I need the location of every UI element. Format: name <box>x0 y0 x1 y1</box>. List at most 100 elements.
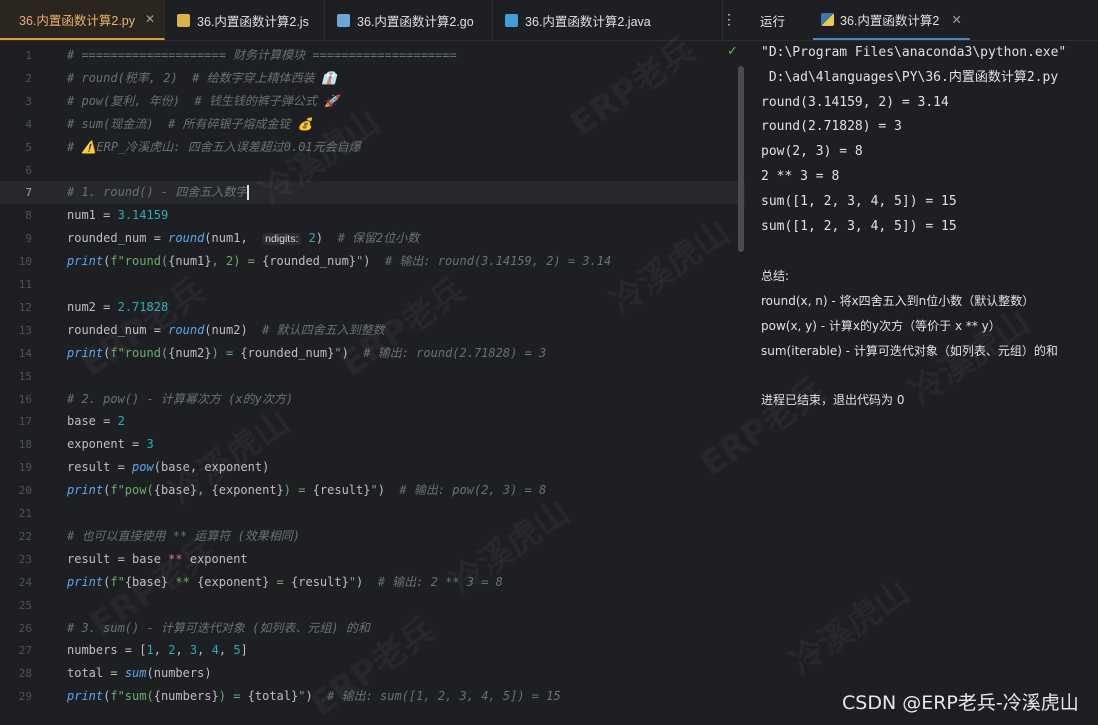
code-line[interactable]: 22 # 也可以直接使用 ** 运算符 (效果相同) <box>0 525 745 548</box>
code-text: print(f"round({num2}) = {rounded_num}") … <box>67 345 547 360</box>
console-line: round(2.71828) = 3 <box>761 119 902 135</box>
code-line[interactable]: 10 print(f"round({num1}, 2) = {rounded_nu… <box>0 250 745 273</box>
code-line[interactable]: 28 total = sum(numbers) <box>0 662 745 685</box>
code-text: # pow(复利, 年份) # 钱生钱的裤子弹公式 🚀 <box>67 93 340 108</box>
code-line[interactable]: 16 # 2. pow() - 计算幂次方 (x的y次方) <box>0 388 745 411</box>
line-number: 22 <box>18 529 32 543</box>
code-text: exponent = 3 <box>67 437 154 452</box>
run-panel-header: 运行 36.内置函数计算2 ✕ <box>745 0 1098 41</box>
code-line[interactable]: 12 num2 = 2.71828 <box>0 296 745 319</box>
editor-scrollbar[interactable] <box>738 66 744 252</box>
code-text: rounded_num = round(num1, ndigits: 2) # … <box>67 231 420 246</box>
code-text: total = sum(numbers) <box>67 666 212 681</box>
code-line[interactable]: 8 num1 = 3.14159 <box>0 204 745 227</box>
line-number: 27 <box>18 644 32 658</box>
tab-label: 36.内置函数计算2.go <box>357 14 474 29</box>
code-line[interactable]: 1 # ==================== 财务计算模块 =========… <box>0 44 745 67</box>
console-line: pow(x, y) - 计算x的y次方（等价于 x ** y） <box>761 318 1001 333</box>
run-config-label: 36.内置函数计算2 <box>840 13 940 28</box>
run-config-tab[interactable]: 36.内置函数计算2 ✕ <box>813 0 970 40</box>
code-line[interactable]: 3 # pow(复利, 年份) # 钱生钱的裤子弹公式 🚀 <box>0 90 745 113</box>
code-text: # 也可以直接使用 ** 运算符 (效果相同) <box>67 528 301 543</box>
line-number: 14 <box>18 346 32 360</box>
line-number: 1 <box>25 49 32 62</box>
code-text: print(f"sum({numbers}) = {total}") # 输出:… <box>67 689 561 704</box>
code-line[interactable]: 9 rounded_num = round(num1, ndigits: 2) #… <box>0 227 745 250</box>
tab-1[interactable]: 36.内置函数计算2.js <box>165 0 325 40</box>
code-editor[interactable]: 1 # ==================== 财务计算模块 =========… <box>0 41 745 721</box>
line-number: 15 <box>18 369 32 383</box>
go-icon <box>337 13 350 27</box>
line-number: 11 <box>18 278 32 291</box>
console-line: "D:\Program Files\anaconda3\python.exe" <box>761 45 1067 60</box>
code-text: # 1. round() - 四舍五入数字 <box>67 185 250 201</box>
tab-3[interactable]: 36.内置函数计算2.java <box>493 0 723 40</box>
code-text: # ==================== 财务计算模块 ==========… <box>67 48 457 62</box>
line-number: 12 <box>18 300 32 314</box>
code-line[interactable]: 24 print(f"{base} ** {exponent} = {result… <box>0 571 745 594</box>
line-number: 29 <box>18 690 32 704</box>
code-line[interactable]: 13 rounded_num = round(num2) # 默认四舍五入到整数 <box>0 319 745 342</box>
code-line[interactable]: 27 numbers = [1, 2, 3, 4, 5] <box>0 639 745 662</box>
code-line[interactable]: 29 print(f"sum({numbers}) = {total}") # 输… <box>0 685 745 708</box>
console-line: 2 ** 3 = 8 <box>761 169 840 184</box>
code-line[interactable]: 11 <box>0 273 745 296</box>
code-line[interactable]: 6 <box>0 159 745 182</box>
tab-label: 36.内置函数计算2.py <box>19 13 136 28</box>
code-line[interactable]: 26 # 3. sum() - 计算可迭代对象 (如列表、元组) 的和 <box>0 617 745 640</box>
code-text: # ⚠️ERP_冷溪虎山: 四舍五入误差超过0.01元会自爆 <box>67 139 361 154</box>
line-number: 3 <box>25 94 32 108</box>
code-line[interactable]: 18 exponent = 3 <box>0 433 745 456</box>
code-text: rounded_num = round(num2) # 默认四舍五入到整数 <box>67 322 385 337</box>
code-line[interactable]: 14 print(f"round({num2}) = {rounded_num}"… <box>0 342 745 365</box>
tab-label: 36.内置函数计算2.java <box>525 14 651 29</box>
code-line[interactable]: 23 result = base ** exponent <box>0 548 745 571</box>
line-number: 28 <box>18 667 32 681</box>
code-line[interactable]: 21 <box>0 502 745 525</box>
code-line[interactable]: 15 <box>0 365 745 388</box>
js-icon <box>177 13 190 27</box>
code-line[interactable]: 4 # sum(现金流) # 所有碎银子熔成金锭 💰 <box>0 113 745 136</box>
text-caret <box>247 185 250 201</box>
line-number: 23 <box>18 552 32 566</box>
credit-text: CSDN @ERP老兵-冷溪虎山 <box>842 692 1079 714</box>
console-line: round(x, n) - 将x四舍五入到n位小数（默认整数） <box>761 294 1035 308</box>
console-line: sum(iterable) - 计算可迭代对象（如列表、元组）的和 <box>761 343 1058 358</box>
code-line[interactable]: 19 result = pow(base, exponent) <box>0 456 745 479</box>
line-number: 19 <box>18 461 32 475</box>
line-number: 10 <box>18 255 32 269</box>
line-number: 25 <box>18 598 32 612</box>
editor-tab-bar: 36.内置函数计算2.py ✕ 36.内置函数计算2.js 36.内置函数计算2.go… <box>0 0 745 41</box>
console-line: 总结: <box>761 269 790 284</box>
code-text: # sum(现金流) # 所有碎银子熔成金锭 💰 <box>67 116 313 131</box>
code-text: print(f"{base} ** {exponent} = {result}"… <box>67 574 503 589</box>
python-icon <box>821 12 835 26</box>
code-line[interactable]: 20 print(f"pow({base}, {exponent}) = {res… <box>0 479 745 502</box>
code-line[interactable]: 2 # round(税率, 2) # 给数字穿上精体西装 👔 <box>0 67 745 90</box>
code-text: base = 2 <box>67 414 125 429</box>
line-number: 24 <box>18 575 32 589</box>
more-tabs-icon[interactable]: ⋮ <box>722 11 736 28</box>
code-line[interactable]: 5 # ⚠️ERP_冷溪虎山: 四舍五入误差超过0.01元会自爆 <box>0 136 745 159</box>
line-number: 20 <box>18 484 32 498</box>
tab-0[interactable]: 36.内置函数计算2.py ✕ <box>0 0 165 40</box>
line-number: 7 <box>25 186 32 200</box>
code-text: num1 = 3.14159 <box>67 208 169 223</box>
code-text: result = base ** exponent <box>67 551 248 566</box>
code-line[interactable]: 7 # 1. round() - 四舍五入数字 <box>0 181 745 205</box>
line-number: 26 <box>18 621 32 635</box>
console-line: pow(2, 3) = 8 <box>761 144 863 160</box>
line-number: 17 <box>18 415 32 429</box>
line-number: 5 <box>25 140 32 154</box>
code-text: # round(税率, 2) # 给数字穿上精体西装 👔 <box>67 70 337 85</box>
code-line[interactable]: 17 base = 2 <box>0 410 745 433</box>
line-number: 21 <box>18 507 32 520</box>
inspection-ok-icon: ✓ <box>727 44 738 59</box>
console-line: D:\ad\4languages\PY\36.内置函数计算2.py <box>761 69 1059 85</box>
close-icon[interactable]: ✕ <box>145 12 155 26</box>
tab-label: 36.内置函数计算2.js <box>197 14 309 29</box>
run-console-output: "D:\Program Files\anaconda3\python.exe" … <box>745 41 1098 721</box>
tab-2[interactable]: 36.内置函数计算2.go <box>325 0 493 40</box>
code-line[interactable]: 25 <box>0 594 745 617</box>
close-icon[interactable]: ✕ <box>951 12 961 27</box>
